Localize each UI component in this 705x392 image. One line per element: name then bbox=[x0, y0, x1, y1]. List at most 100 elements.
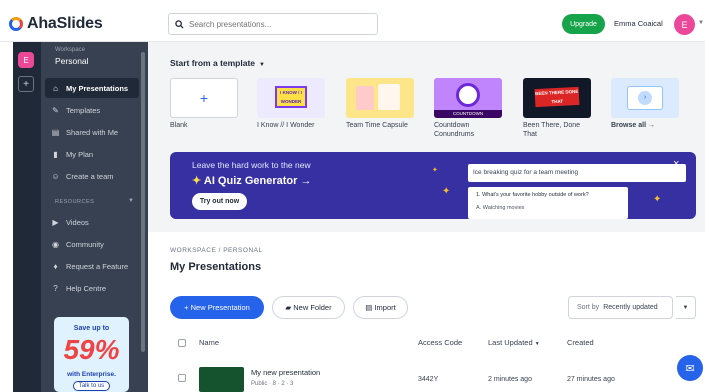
star-icon: ✦ bbox=[432, 167, 438, 174]
select-all-checkbox[interactable] bbox=[178, 339, 186, 347]
sidebar-scrollbar[interactable] bbox=[141, 52, 145, 352]
sidebar-item-label: My Presentations bbox=[66, 83, 129, 93]
template-thumbnail: COUNTDOWN bbox=[434, 78, 502, 118]
app-logo[interactable]: AhaSlides bbox=[9, 15, 103, 33]
top-bar: AhaSlides Upgrade Emma Coaical E ▼ bbox=[0, 8, 705, 42]
ai-preview-card: 1. What's your favorite hobby outside of… bbox=[468, 187, 628, 219]
created-time: 27 minutes ago bbox=[567, 376, 615, 383]
sort-down-icon: ▼ bbox=[534, 341, 540, 347]
template-label: Been There, Done That bbox=[523, 122, 581, 138]
presentation-name[interactable]: My new presentation bbox=[251, 368, 320, 377]
row-checkbox[interactable] bbox=[178, 374, 186, 382]
presentation-thumbnail[interactable] bbox=[199, 367, 244, 392]
chevron-down-icon[interactable]: ▼ bbox=[676, 296, 696, 319]
chat-icon: ✉ bbox=[685, 362, 695, 375]
template-thumbnail: BEEN THERE DONE THAT bbox=[523, 78, 591, 118]
sort-select[interactable]: Sort by Recently updated bbox=[568, 296, 673, 319]
search-box[interactable] bbox=[168, 13, 378, 35]
templates-title[interactable]: Start from a template ▼ bbox=[170, 58, 265, 68]
template-card-been-there-done-that[interactable]: BEEN THERE DONE THAT Been There, Done Th… bbox=[523, 78, 591, 139]
chevron-right-icon: › bbox=[638, 91, 652, 105]
template-thumbnail: › bbox=[611, 78, 679, 118]
bulb-icon: ♦ bbox=[53, 261, 58, 271]
sidebar-item-create-team[interactable]: ☺ Create a team bbox=[45, 166, 139, 186]
sidebar-item-label: Videos bbox=[66, 217, 89, 227]
sidebar-item-label: Create a team bbox=[66, 171, 114, 181]
folder-icon: ▰ bbox=[285, 303, 292, 312]
sort-value: Recently updated bbox=[603, 304, 658, 311]
add-workspace-button[interactable]: + bbox=[18, 76, 34, 92]
upgrade-button[interactable]: Upgrade bbox=[562, 14, 605, 34]
workspace-strip: E + bbox=[13, 42, 41, 392]
template-card-i-know-i-wonder[interactable]: I KNOW / I WONDER I Know // I Wonder bbox=[257, 78, 325, 130]
column-created[interactable]: Created bbox=[567, 338, 594, 347]
chevron-down-icon[interactable]: ▼ bbox=[698, 20, 704, 26]
chat-support-button[interactable]: ✉ bbox=[677, 355, 703, 381]
column-name[interactable]: Name bbox=[199, 338, 219, 347]
sidebar-item-shared[interactable]: ▤ Shared with Me bbox=[45, 122, 139, 142]
presentation-meta: Public · 8 · 2 · 3 bbox=[251, 381, 294, 387]
template-label: Countdown Conundrums bbox=[434, 122, 475, 138]
template-card-browse-all[interactable]: › Browse all → bbox=[611, 78, 679, 130]
new-folder-button[interactable]: ▰ New Folder bbox=[272, 296, 345, 319]
resources-label: RESOURCES bbox=[55, 199, 95, 205]
sidebar-item-label: Templates bbox=[66, 105, 101, 115]
plus-icon: + bbox=[170, 78, 238, 118]
sidebar-item-request-feature[interactable]: ♦ Request a Feature bbox=[45, 256, 139, 276]
sidebar-item-label: Help Centre bbox=[66, 283, 107, 293]
search-icon bbox=[175, 19, 184, 29]
user-name[interactable]: Emma Coaical bbox=[614, 19, 663, 28]
preview-answer: A. Watching movies bbox=[476, 205, 525, 211]
ai-quiz-banner: Leave the hard work to the new ✦ AI Quiz… bbox=[170, 152, 696, 219]
shared-icon: ▤ bbox=[51, 127, 60, 137]
community-icon: ◉ bbox=[52, 239, 59, 249]
column-last-updated[interactable]: Last Updated ▼ bbox=[488, 338, 540, 347]
promo-percent: 59% bbox=[63, 334, 120, 365]
logo-icon bbox=[9, 17, 23, 31]
video-icon: ▶ bbox=[52, 217, 59, 227]
sidebar-item-my-plan[interactable]: ▮ My Plan bbox=[45, 144, 139, 164]
sidebar-item-label: Community bbox=[66, 239, 104, 249]
try-out-now-button[interactable]: Try out now bbox=[192, 193, 247, 210]
templates-section: Start from a template ▼ + Blank I KNOW / … bbox=[148, 42, 705, 232]
sidebar: Workspace Personal ⌂ My Presentations ✎ … bbox=[41, 42, 148, 392]
plan-icon: ▮ bbox=[53, 149, 58, 159]
breadcrumb: WORKSPACE / PERSONAL bbox=[170, 247, 263, 254]
banner-line-1: Leave the hard work to the new bbox=[192, 160, 311, 170]
ai-prompt-field: Ice breaking quiz for a team meeting bbox=[468, 164, 686, 182]
thumb-text: BEEN THERE DONE THAT bbox=[534, 86, 580, 108]
enterprise-promo: Save up to 59% with Enterprise. Talk to … bbox=[54, 317, 129, 392]
sidebar-item-templates[interactable]: ✎ Templates bbox=[45, 100, 139, 120]
templates-icon: ✎ bbox=[52, 105, 59, 115]
template-card-countdown-conundrums[interactable]: COUNTDOWN Countdown Conundrums bbox=[434, 78, 502, 139]
chevron-down-icon[interactable]: ▼ bbox=[128, 198, 134, 204]
sidebar-item-my-presentations[interactable]: ⌂ My Presentations bbox=[45, 78, 139, 98]
sidebar-item-community[interactable]: ◉ Community bbox=[45, 234, 139, 254]
import-icon: ▤ bbox=[365, 303, 373, 312]
workspace-label: Workspace bbox=[55, 47, 85, 53]
chevron-down-icon: ▼ bbox=[259, 62, 265, 68]
column-access-code[interactable]: Access Code bbox=[418, 338, 462, 347]
home-icon: ⌂ bbox=[53, 83, 58, 93]
template-thumbnail: I KNOW / I WONDER bbox=[257, 78, 325, 118]
search-input[interactable] bbox=[189, 19, 369, 29]
sidebar-item-videos[interactable]: ▶ Videos bbox=[45, 212, 139, 232]
new-presentation-button[interactable]: + New Presentation bbox=[170, 296, 264, 319]
team-icon: ☺ bbox=[51, 171, 60, 181]
import-button[interactable]: ▤ Import bbox=[353, 296, 408, 319]
template-card-blank[interactable]: + Blank bbox=[170, 78, 238, 130]
template-label: Browse all → bbox=[611, 122, 655, 129]
template-card-team-time-capsule[interactable]: Team Time Capsule bbox=[346, 78, 414, 130]
avatar[interactable]: E bbox=[674, 14, 695, 35]
help-icon: ? bbox=[53, 283, 58, 293]
banner-line-2: ✦ AI Quiz Generator → bbox=[192, 175, 312, 187]
workspace-badge[interactable]: E bbox=[18, 52, 34, 68]
talk-to-us-button[interactable]: Talk to us bbox=[73, 381, 110, 391]
template-thumbnail bbox=[346, 78, 414, 118]
star-icon: ✦ bbox=[442, 186, 451, 197]
sidebar-item-label: My Plan bbox=[66, 149, 94, 159]
table-row[interactable]: My new presentation Public · 8 · 2 · 3 3… bbox=[170, 360, 696, 392]
sidebar-item-help-centre[interactable]: ? Help Centre bbox=[45, 278, 139, 298]
sidebar-item-label: Shared with Me bbox=[66, 127, 119, 137]
last-updated: 2 minutes ago bbox=[488, 376, 532, 383]
